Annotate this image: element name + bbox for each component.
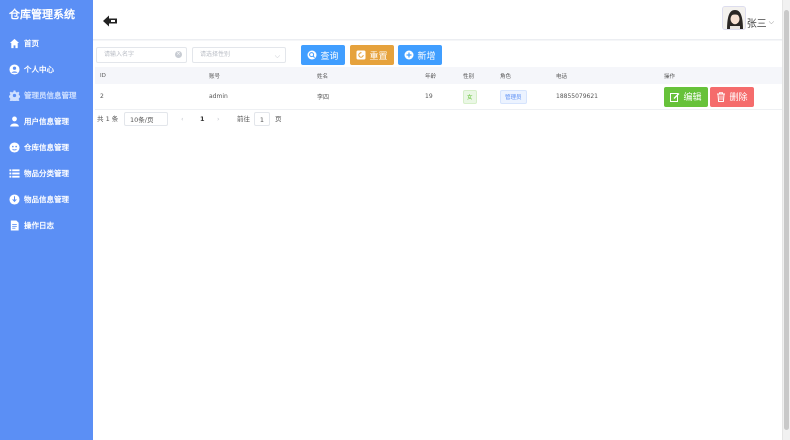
sidebar-item-label: 物品信息管理 [24,194,69,204]
sidebar-item-label: 物品分类管理 [24,168,69,178]
avatar [721,6,746,30]
query-button[interactable]: 查询 [301,45,345,65]
top-bar: 张三 ⌵ [93,0,782,40]
table-row: 2 admin 李四 19 女 管理员 18855079621 编辑 删除 [95,84,782,110]
users-icon [9,116,20,127]
cell-phone: 18855079621 [556,93,598,100]
sidebar: 仓库管理系统 首页 个人中心 管理员信息管理 用户信息管理 仓库信息管理 物品分… [0,0,93,440]
prev-page-button[interactable]: ‹ [181,112,184,126]
warehouse-icon [9,141,20,153]
vertical-scrollbar[interactable] [782,0,790,440]
gender-select[interactable]: 请选择性别 ⌵ [192,47,286,63]
sidebar-item-label: 操作日志 [24,220,54,230]
add-button[interactable]: 新增 [398,45,442,65]
user-circle-icon [9,63,20,75]
sidebar-item-goods-info[interactable]: 物品信息管理 [0,186,93,212]
reset-button[interactable]: 重置 [350,45,394,65]
column-header-gender: 性别 [463,73,475,80]
cell-id: 2 [100,93,104,100]
gender-select-placeholder: 请选择性别 [200,51,231,58]
page-number-current[interactable]: 1 [200,112,205,126]
cell-name: 李四 [317,94,330,101]
goto-page-input[interactable]: 1 [254,112,270,126]
clear-icon[interactable]: × [175,51,182,58]
sidebar-item-label: 用户信息管理 [24,116,69,126]
name-search-placeholder: 请输入名字 [104,51,135,58]
column-header-phone: 电话 [556,73,568,80]
sidebar-item-logs[interactable]: 操作日志 [0,212,93,238]
app-title: 仓库管理系统 [9,8,75,21]
reset-label: 重置 [369,51,388,62]
sidebar-item-home[interactable]: 首页 [0,30,93,56]
cell-age: 19 [425,93,433,100]
main-content: 请输入名字 × 请选择性别 ⌵ 查询 重置 新增 ID 账号 姓名 年龄 性别 … [93,41,782,440]
chevron-down-icon: ⌵ [768,18,774,26]
sidebar-item-user-info[interactable]: 用户信息管理 [0,108,93,134]
sidebar-item-label: 个人中心 [24,64,54,74]
goto-label: 前往 [237,115,250,123]
trash-icon [716,91,726,102]
sidebar-item-admin-info[interactable]: 管理员信息管理 [0,82,93,108]
column-header-name: 姓名 [317,73,329,80]
edit-button[interactable]: 编辑 [664,86,708,107]
sidebar-item-label: 首页 [24,38,39,48]
scrollbar-thumb[interactable] [784,10,789,430]
cell-account: admin [209,93,228,100]
page-size-select[interactable]: 10条/页 [124,112,168,126]
table-header: ID 账号 姓名 年龄 性别 角色 电话 操作 [95,67,782,84]
log-icon [9,219,20,231]
search-toolbar: 请输入名字 × 请选择性别 ⌵ 查询 重置 新增 [93,43,782,65]
page-suffix-label: 页 [275,115,282,123]
sidebar-item-category[interactable]: 物品分类管理 [0,160,93,186]
name-search-input[interactable]: 请输入名字 × [96,47,187,63]
delete-label: 删除 [729,93,748,103]
total-count: 共 1 条 [97,115,119,123]
delete-button[interactable]: 删除 [710,86,754,107]
search-icon [307,50,317,60]
sidebar-item-label: 仓库信息管理 [24,142,69,152]
chevron-down-icon: ⌵ [274,52,280,60]
home-icon [9,38,20,49]
refresh-icon [356,50,366,60]
gender-tag: 女 [463,89,477,104]
user-menu[interactable]: 张三 ⌵ [721,6,774,30]
list-icon [9,168,20,179]
column-header-id: ID [100,72,106,79]
query-label: 查询 [320,51,339,62]
role-tag: 管理员 [500,89,527,104]
column-header-account: 账号 [209,73,221,80]
add-label: 新增 [417,51,436,62]
pagination: 共 1 条 10条/页 ‹ 1 › 前往 1 页 [97,112,497,126]
page-size-value: 10条/页 [130,116,154,124]
next-page-button[interactable]: › [217,112,220,126]
column-header-actions: 操作 [664,73,676,80]
sidebar-item-warehouse-info[interactable]: 仓库信息管理 [0,134,93,160]
collapse-menu-icon[interactable] [102,13,118,27]
gear-icon [9,89,20,101]
edit-label: 编辑 [683,93,702,103]
edit-icon [670,92,680,102]
column-header-age: 年龄 [425,73,437,80]
user-name: 张三 [746,18,767,30]
sidebar-item-profile[interactable]: 个人中心 [0,56,93,82]
box-icon [9,193,20,205]
column-header-role: 角色 [500,73,512,80]
admin-table: ID 账号 姓名 年龄 性别 角色 电话 操作 2 admin 李四 19 女 … [95,67,782,110]
plus-circle-icon [404,50,414,60]
sidebar-item-label: 管理员信息管理 [24,90,77,100]
